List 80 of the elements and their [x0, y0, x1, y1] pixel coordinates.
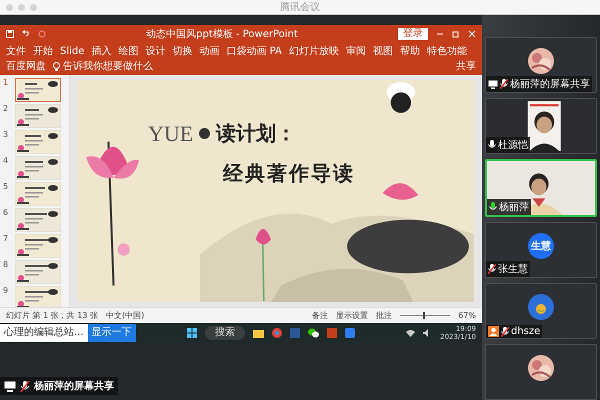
- participant-name: 杨丽萍的屏幕共享: [510, 78, 590, 91]
- participant-name: 张生慧: [498, 262, 528, 276]
- slide-number: 4: [3, 156, 10, 165]
- slide-number: 8: [3, 260, 10, 269]
- ribbon-tab[interactable]: 开始: [33, 44, 53, 58]
- document-title: 动态中国风ppt模板 - PowerPoint: [145, 28, 299, 41]
- slide-title: 读计划：: [216, 120, 296, 147]
- chat-icon[interactable]: [308, 328, 319, 338]
- participant-tile[interactable]: 生慧 张生慧: [485, 222, 597, 278]
- start-icon[interactable]: [186, 328, 197, 338]
- slide-number: 5: [3, 182, 10, 191]
- person-icon: [488, 326, 499, 337]
- ribbon-tab[interactable]: 切换: [172, 44, 192, 58]
- meeting-icon[interactable]: [344, 328, 355, 338]
- slide-number: 1: [3, 78, 10, 87]
- ribbon-tab[interactable]: 审阅: [346, 44, 366, 58]
- window-title: 腾讯会议: [280, 0, 320, 14]
- ribbon-tab[interactable]: 文件: [6, 44, 26, 58]
- screen-share-icon: [488, 80, 498, 88]
- browser-icon[interactable]: [272, 328, 282, 338]
- share-label-text: 杨丽萍的屏幕共享: [34, 379, 114, 393]
- slide-thumbnail[interactable]: [15, 286, 61, 307]
- slide-thumbnail[interactable]: [15, 208, 61, 232]
- ribbon-tab[interactable]: 帮助: [400, 44, 420, 58]
- notes-button[interactable]: 备注: [312, 310, 328, 321]
- participant-name: dhsze: [511, 326, 540, 337]
- participant-name: 杨丽萍: [499, 200, 529, 214]
- participant-tile[interactable]: dhsze: [485, 283, 597, 339]
- ribbon-tab[interactable]: 绘图: [118, 44, 138, 58]
- slide-number: 2: [3, 104, 10, 113]
- login-button[interactable]: 登录: [398, 28, 428, 40]
- restore-icon[interactable]: [452, 30, 460, 38]
- slide-subtitle: 经典著作导读: [223, 160, 355, 187]
- slide-thumbnail[interactable]: [15, 182, 61, 206]
- zoom-level: 67%: [458, 311, 476, 320]
- slide-number: 9: [3, 286, 10, 295]
- share-button[interactable]: 共享: [456, 59, 476, 73]
- ribbon-tab[interactable]: 百度网盘: [6, 59, 46, 73]
- wifi-icon[interactable]: [406, 329, 416, 337]
- undo-icon[interactable]: [22, 30, 30, 38]
- language-indicator[interactable]: 中文(中国): [106, 310, 144, 321]
- close-icon[interactable]: [468, 30, 476, 38]
- slide-number: 7: [3, 234, 10, 243]
- participant-tile[interactable]: 杜源恺: [485, 98, 597, 154]
- participant-tile[interactable]: [485, 344, 597, 400]
- folder-icon[interactable]: [252, 328, 264, 338]
- taskbar-search[interactable]: 搜索: [204, 326, 245, 340]
- ribbon-tab[interactable]: Slide: [60, 46, 84, 56]
- slide-thumbnail[interactable]: [15, 260, 61, 284]
- ribbon-tab[interactable]: 设计: [145, 44, 166, 58]
- slide-thumbnail[interactable]: [15, 234, 61, 258]
- slide-number: 3: [3, 130, 10, 139]
- slide-thumbnail[interactable]: [15, 130, 61, 154]
- slide-thumbnail[interactable]: [15, 104, 61, 128]
- screen-share-icon: [4, 380, 16, 392]
- ribbon-tab[interactable]: 幻灯片放映: [288, 44, 339, 58]
- participant-tile[interactable]: 杨丽萍: [485, 159, 597, 217]
- presentation-icon[interactable]: [326, 328, 337, 338]
- slide-number: 6: [3, 208, 10, 217]
- taskbar-window-button[interactable]: 心理的编辑总站...: [0, 324, 88, 342]
- comments-button[interactable]: 批注: [376, 310, 392, 321]
- participant-tile[interactable]: 杨丽萍的屏幕共享: [485, 37, 597, 93]
- slide-thumbnail[interactable]: [15, 78, 61, 102]
- ribbon-tab[interactable]: 视图: [372, 44, 393, 58]
- slide-title: YUE: [148, 120, 194, 146]
- dot-icon: [199, 128, 210, 139]
- display-settings-button[interactable]: 显示设置: [336, 310, 368, 321]
- slide-thumbnail[interactable]: [15, 156, 61, 180]
- ribbon-tab[interactable]: 插入: [91, 44, 112, 58]
- zoom-thumb[interactable]: [422, 312, 425, 319]
- smiley-avatar-icon: [528, 294, 554, 320]
- participant-name: 杜源恺: [498, 138, 528, 152]
- slide-count: 幻灯片 第 1 张，共 13 张: [6, 310, 98, 321]
- ribbon-tab[interactable]: 特色功能: [426, 44, 467, 58]
- lightbulb-icon: [53, 62, 60, 70]
- save-icon[interactable]: [6, 30, 14, 38]
- ribbon-tab[interactable]: 口袋动画 PA: [226, 44, 282, 58]
- ribbon-tab[interactable]: 动画: [199, 44, 220, 58]
- avatar-initials: 生慧: [528, 233, 554, 259]
- taskbar-action-button[interactable]: 显示一下: [88, 324, 136, 342]
